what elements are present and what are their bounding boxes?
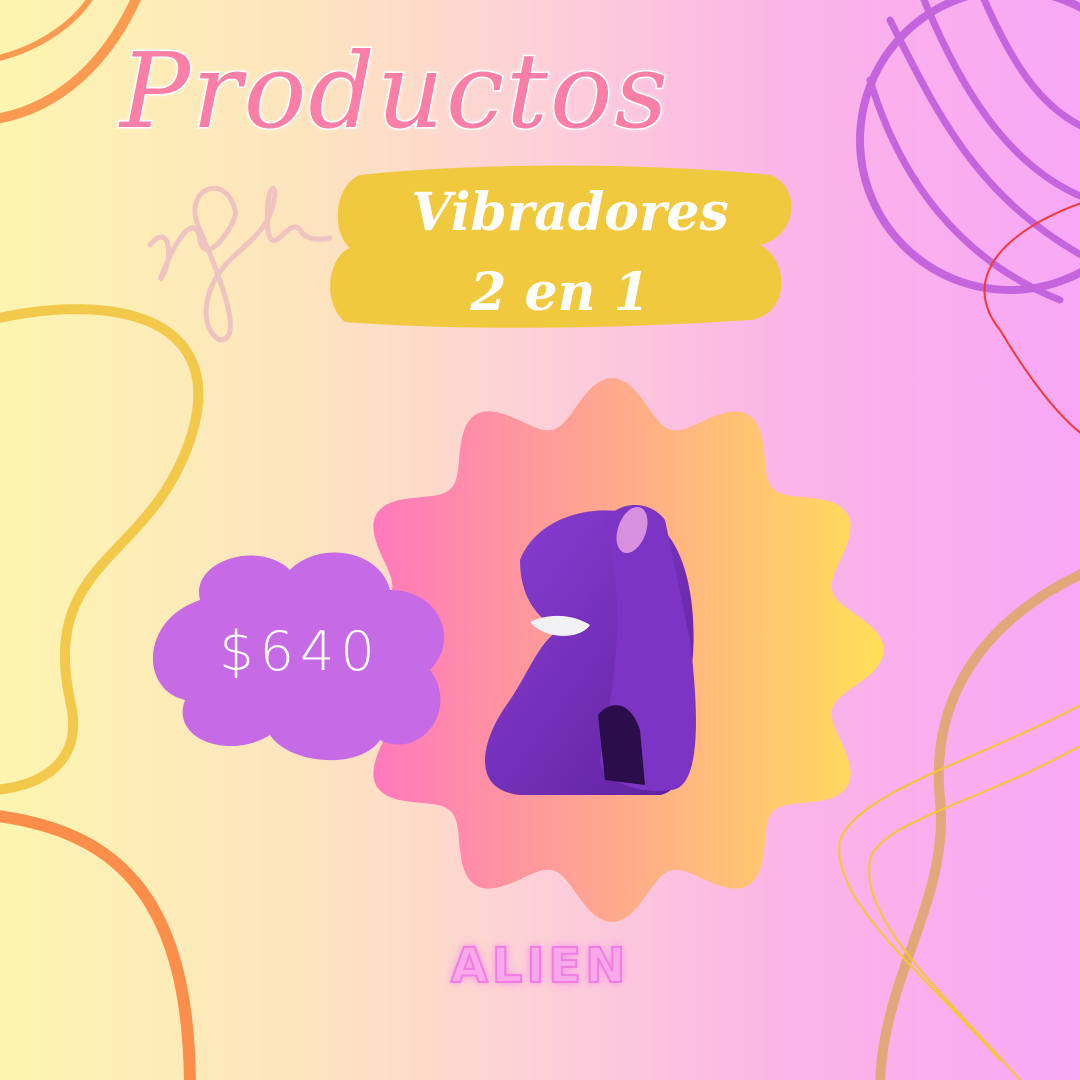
product-name: ALIEN [450, 937, 630, 995]
product-badge [152, 378, 884, 922]
price-label: $640 [219, 620, 381, 683]
